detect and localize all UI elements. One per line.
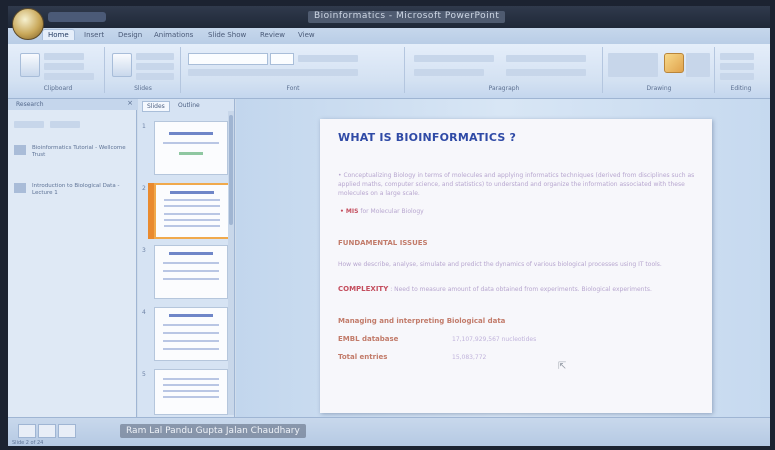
video-caption: Ram Lal Pandu Gupta Jalan Chaudhary xyxy=(120,424,306,438)
slide-info: Slide 2 of 24 xyxy=(12,440,44,446)
tab-outline[interactable]: Outline xyxy=(174,101,204,110)
arrange-icon[interactable] xyxy=(664,53,684,73)
align-icons[interactable] xyxy=(414,69,484,76)
status-bar: Ram Lal Pandu Gupta Jalan Chaudhary Slid… xyxy=(8,417,770,446)
slide-complexity-line[interactable]: COMPLEXITY : Need to measure amount of d… xyxy=(338,285,698,294)
tab-insert[interactable]: Insert xyxy=(84,31,104,39)
font-group: Font xyxy=(182,47,405,93)
back-button[interactable] xyxy=(14,121,44,128)
thumbnail-number: 4 xyxy=(142,309,146,316)
font-grow-shrink-icon[interactable] xyxy=(298,55,358,62)
slide-thumbnail-selected[interactable] xyxy=(154,183,230,239)
row-value: 15,083,772 xyxy=(452,354,487,361)
window-title: Bioinformatics - Microsoft PowerPoint xyxy=(308,11,506,23)
document-icon xyxy=(14,183,26,193)
layout-icon[interactable] xyxy=(136,53,174,60)
group-label: Clipboard xyxy=(43,85,73,92)
list-item-label: Introduction to Biological Data - Lectur… xyxy=(32,183,120,196)
reset-icon[interactable] xyxy=(136,63,174,70)
normal-view-icon[interactable] xyxy=(18,424,36,438)
shapes-gallery[interactable] xyxy=(608,53,658,77)
quick-styles-icon[interactable] xyxy=(686,53,710,77)
text-direction-icon[interactable] xyxy=(506,55,586,62)
group-label: Editing xyxy=(730,85,752,92)
tab-view[interactable]: View xyxy=(298,31,315,39)
group-label: Drawing xyxy=(646,85,672,92)
slide-thumbnail[interactable] xyxy=(154,307,228,361)
slide-thumbnail[interactable] xyxy=(154,245,228,299)
font-name-field[interactable] xyxy=(188,53,268,65)
slide-heading[interactable]: FUNDAMENTAL ISSUES xyxy=(338,239,428,247)
delete-icon[interactable] xyxy=(136,73,174,80)
scrollbar-thumb[interactable] xyxy=(229,115,233,225)
panel-toolbar xyxy=(14,121,126,129)
panel-header: Research xyxy=(8,99,144,110)
slides-group: Slides xyxy=(106,47,181,93)
slide-mis-line[interactable]: • MIS for Molecular Biology xyxy=(340,208,424,215)
format-painter-icon[interactable] xyxy=(44,73,94,80)
slides-pane: Slides Outline 1 2 3 4 5 xyxy=(138,99,235,417)
mis-label: • MIS xyxy=(340,208,359,215)
tab-review[interactable]: Review xyxy=(260,31,285,39)
group-label: Font xyxy=(286,85,300,92)
tab-slides[interactable]: Slides xyxy=(142,101,170,112)
group-label: Slides xyxy=(134,85,152,92)
thumbnail-scrollbar[interactable] xyxy=(228,111,234,415)
research-panel: Research × Bioinformatics Tutorial - Wel… xyxy=(8,99,144,417)
slide-editing-area: WHAT IS BIOINFORMATICS ? • Conceptualizi… xyxy=(236,99,770,417)
slide-thumbnail[interactable] xyxy=(154,369,228,415)
smartart-icon[interactable] xyxy=(506,69,586,76)
slide-title[interactable]: WHAT IS BIOINFORMATICS ? xyxy=(338,131,516,144)
current-slide[interactable]: WHAT IS BIOINFORMATICS ? • Conceptualizi… xyxy=(320,119,712,413)
row-value: 17,107,929,567 nucleotides xyxy=(452,336,537,343)
complexity-text: : Need to measure amount of data obtaine… xyxy=(390,286,652,293)
mis-text: for Molecular Biology xyxy=(360,208,424,215)
forward-button[interactable] xyxy=(50,121,80,128)
slide-managing-line[interactable]: Managing and interpreting Biological dat… xyxy=(338,317,505,325)
thumbnail-number: 5 xyxy=(142,371,146,378)
mouse-cursor-icon: ⇱ xyxy=(558,361,567,372)
ribbon: Clipboard Slides Font Paragraph Drawing … xyxy=(8,44,770,99)
tab-design[interactable]: Design xyxy=(118,31,142,39)
reading-view-icon[interactable] xyxy=(58,424,76,438)
font-format-icons[interactable] xyxy=(188,69,358,76)
bullets-icon[interactable] xyxy=(414,55,494,62)
close-icon[interactable]: × xyxy=(127,99,133,107)
quick-access-toolbar[interactable] xyxy=(48,12,106,22)
title-bar: Bioinformatics - Microsoft PowerPoint xyxy=(8,6,770,28)
slide-thumbnail[interactable] xyxy=(154,121,228,175)
row-key: EMBL database xyxy=(338,335,399,343)
editing-group: Editing xyxy=(716,47,766,93)
thumbnail-number: 1 xyxy=(142,123,146,130)
group-label: Paragraph xyxy=(488,85,520,92)
slide-issues-text[interactable]: How we describe, analyse, simulate and p… xyxy=(338,260,700,269)
paste-icon[interactable] xyxy=(20,53,40,77)
select-icon[interactable] xyxy=(720,73,754,80)
new-slide-icon[interactable] xyxy=(112,53,132,77)
drawing-group: Drawing xyxy=(604,47,715,93)
find-icon[interactable] xyxy=(720,53,754,60)
list-item-label: Bioinformatics Tutorial - Wellcome Trust xyxy=(32,145,126,158)
slide-sorter-icon[interactable] xyxy=(38,424,56,438)
thumbnail-number: 2 xyxy=(142,185,146,192)
office-button[interactable] xyxy=(12,8,44,40)
clipboard-group: Clipboard xyxy=(12,47,105,93)
tab-slide-show[interactable]: Slide Show xyxy=(208,31,246,39)
row-key: Total entries xyxy=(338,353,388,361)
paragraph-group: Paragraph xyxy=(406,47,603,93)
font-size-field[interactable] xyxy=(270,53,294,65)
list-item[interactable]: Bioinformatics Tutorial - Wellcome Trust xyxy=(14,145,126,165)
slide-body-text[interactable]: • Conceptualizing Biology in terms of mo… xyxy=(338,171,698,198)
document-icon xyxy=(14,145,26,155)
complexity-label: COMPLEXITY xyxy=(338,285,389,293)
copy-icon[interactable] xyxy=(44,63,84,70)
cut-icon[interactable] xyxy=(44,53,84,60)
tab-home[interactable]: Home xyxy=(42,29,75,40)
tab-animations[interactable]: Animations xyxy=(154,31,193,39)
powerpoint-window: Bioinformatics - Microsoft PowerPoint Ho… xyxy=(8,6,770,446)
list-item[interactable]: Introduction to Biological Data - Lectur… xyxy=(14,183,126,211)
ribbon-tabs: Home Insert Design Animations Slide Show… xyxy=(8,28,770,44)
thumbnail-number: 3 xyxy=(142,247,146,254)
replace-icon[interactable] xyxy=(720,63,754,70)
